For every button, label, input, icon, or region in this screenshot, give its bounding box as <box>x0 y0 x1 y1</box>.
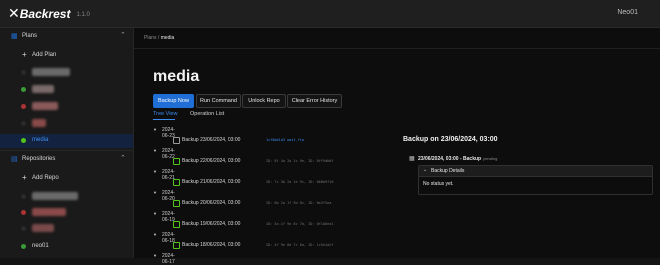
sidebar-item-repo-hidden[interactable] <box>0 190 133 204</box>
check-icon <box>173 221 180 228</box>
status-badge: pending <box>483 156 498 161</box>
redacted-label <box>32 68 70 76</box>
redacted-label <box>32 119 46 127</box>
main-content: Plans / media media Backup Now Run Comma… <box>134 28 660 265</box>
database-icon: ▤ <box>11 156 18 163</box>
plus-icon: + <box>22 173 27 182</box>
panel-body: No status yet. <box>423 181 454 187</box>
backup-meta: ID: 8f 4a 2b 1c 9e, ID: 0ff9db8f <box>266 159 334 163</box>
chevron-up-icon: ⌃ <box>120 32 126 39</box>
sidebar-item-plan-hidden[interactable] <box>0 83 133 97</box>
backup-label: Backup 21/06/2024, 03:00 <box>182 179 241 185</box>
status-dot <box>21 121 26 126</box>
sidebar-item-plan-hidden[interactable] <box>0 117 133 131</box>
status-dot <box>21 138 26 143</box>
breadcrumb-separator: / <box>157 35 160 41</box>
redacted-label <box>32 85 54 93</box>
check-icon <box>173 242 180 249</box>
calendar-icon: ▦ <box>11 33 18 40</box>
backup-label: Backup 18/06/2024, 03:00 <box>182 242 241 248</box>
repositories-label: Repositories <box>22 156 56 162</box>
redacted-label <box>32 224 54 232</box>
backup-meta: 1cf8db1d3 wait_ftp <box>266 138 304 142</box>
add-repo-button[interactable]: + Add Repo <box>0 172 133 186</box>
add-plan-label: Add Plan <box>32 52 57 58</box>
backup-label: Backup 19/06/2024, 03:00 <box>182 221 241 227</box>
caret-down-icon: ▼ <box>153 232 157 237</box>
status-dot <box>21 104 26 109</box>
operation-label: 23/06/2024, 03:00 - Backup <box>418 156 482 162</box>
top-bar: ✕ Backrest 1.1.0 Neo01 <box>0 0 660 28</box>
backup-label: Backup 20/06/2024, 03:00 <box>182 200 241 206</box>
sidebar-item-repo-neo01[interactable]: neo01 <box>0 240 133 254</box>
caret-down-icon: ▼ <box>153 253 157 258</box>
page-title: media <box>153 68 200 85</box>
breadcrumb-current: media <box>160 35 175 41</box>
caret-down-icon: ▼ <box>153 148 157 153</box>
status-dot <box>21 226 26 231</box>
day-label: 2024-06-17 <box>162 253 175 265</box>
add-plan-button[interactable]: + Add Plan <box>0 49 133 63</box>
breadcrumb: Plans / media <box>144 35 174 41</box>
check-icon <box>173 200 180 207</box>
plus-icon: + <box>22 50 27 59</box>
app-version: 1.1.0 <box>76 11 90 18</box>
backup-meta: ID: 5a 1f 9e 8c 7b, ID: 0f1b8ea1 <box>266 222 334 226</box>
plan-media-label: media <box>32 137 49 143</box>
backup-now-button[interactable]: Backup Now <box>153 94 194 108</box>
backup-label: Backup 23/06/2024, 03:00 <box>182 137 241 143</box>
panel-title: Backup Details <box>431 168 465 174</box>
breadcrumb-plans[interactable]: Plans <box>144 35 157 41</box>
tab-operation-list[interactable]: Operation List <box>190 111 224 117</box>
sidebar: ▦ Plans ⌃ + Add Plan media ▤ Repositorie… <box>0 28 134 258</box>
caret-down-icon: ▼ <box>153 190 157 195</box>
plans-section-header[interactable]: ▦ Plans ⌃ <box>0 30 133 44</box>
sidebar-item-repo-hidden[interactable] <box>0 206 133 220</box>
check-icon <box>173 179 180 186</box>
add-repo-label: Add Repo <box>32 175 59 181</box>
status-dot <box>21 210 26 215</box>
status-dot <box>21 244 26 249</box>
repositories-section-header[interactable]: ▤ Repositories ⌃ <box>0 153 133 167</box>
user-name[interactable]: Neo01 <box>617 9 638 16</box>
backup-meta: ID: 6b 2a 1f 9d 8c, ID: 0e2f5ea <box>266 201 332 205</box>
divider <box>0 150 133 151</box>
unlock-repo-button[interactable]: Unlock Repo <box>242 94 286 108</box>
backup-meta: ID: 7c 3b 2a 1e 9c, ID: 0b8b9f10 <box>266 180 334 184</box>
chevron-down-icon: ⌄ <box>423 167 428 173</box>
app-name: Backrest <box>19 7 71 21</box>
detail-title: Backup on 23/06/2024, 03:00 <box>403 136 498 143</box>
backup-meta: ID: 4f 9e 8d 7c 6a, ID: 1c5e1a2f <box>266 243 334 247</box>
caret-down-icon: ▼ <box>153 127 157 132</box>
repo-neo01-label: neo01 <box>32 243 49 249</box>
chevron-up-icon: ⌃ <box>120 155 126 162</box>
app-logo[interactable]: ✕ Backrest 1.1.0 <box>8 6 90 22</box>
calendar-icon: ▦ <box>409 156 415 162</box>
plans-label: Plans <box>22 33 38 39</box>
divider <box>134 48 660 49</box>
caret-down-icon: ▼ <box>153 169 157 174</box>
backup-details-panel: ⌄ Backup Details No status yet. <box>418 165 653 195</box>
logo-x-icon: ✕ <box>8 6 20 22</box>
sidebar-item-repo-hidden[interactable] <box>0 222 133 236</box>
backup-status-icon <box>173 137 180 144</box>
backup-label: Backup 22/06/2024, 03:00 <box>182 158 241 164</box>
check-icon <box>173 158 180 165</box>
run-command-button[interactable]: Run Command <box>196 94 241 108</box>
clear-error-history-button[interactable]: Clear Error History <box>287 94 342 108</box>
caret-down-icon: ▼ <box>153 211 157 216</box>
tab-tree-view[interactable]: Tree View <box>153 111 177 117</box>
sidebar-item-media[interactable]: media <box>0 134 133 148</box>
redacted-label <box>32 192 78 200</box>
status-dot <box>21 194 26 199</box>
status-dot <box>21 70 26 75</box>
redacted-label <box>32 102 58 110</box>
sidebar-item-plan-hidden[interactable] <box>0 100 133 114</box>
redacted-label <box>32 208 66 216</box>
status-dot <box>21 87 26 92</box>
sidebar-item-plan-hidden[interactable] <box>0 66 133 80</box>
backup-details-header[interactable]: ⌄ Backup Details <box>419 166 652 177</box>
active-tab-indicator <box>153 119 175 120</box>
